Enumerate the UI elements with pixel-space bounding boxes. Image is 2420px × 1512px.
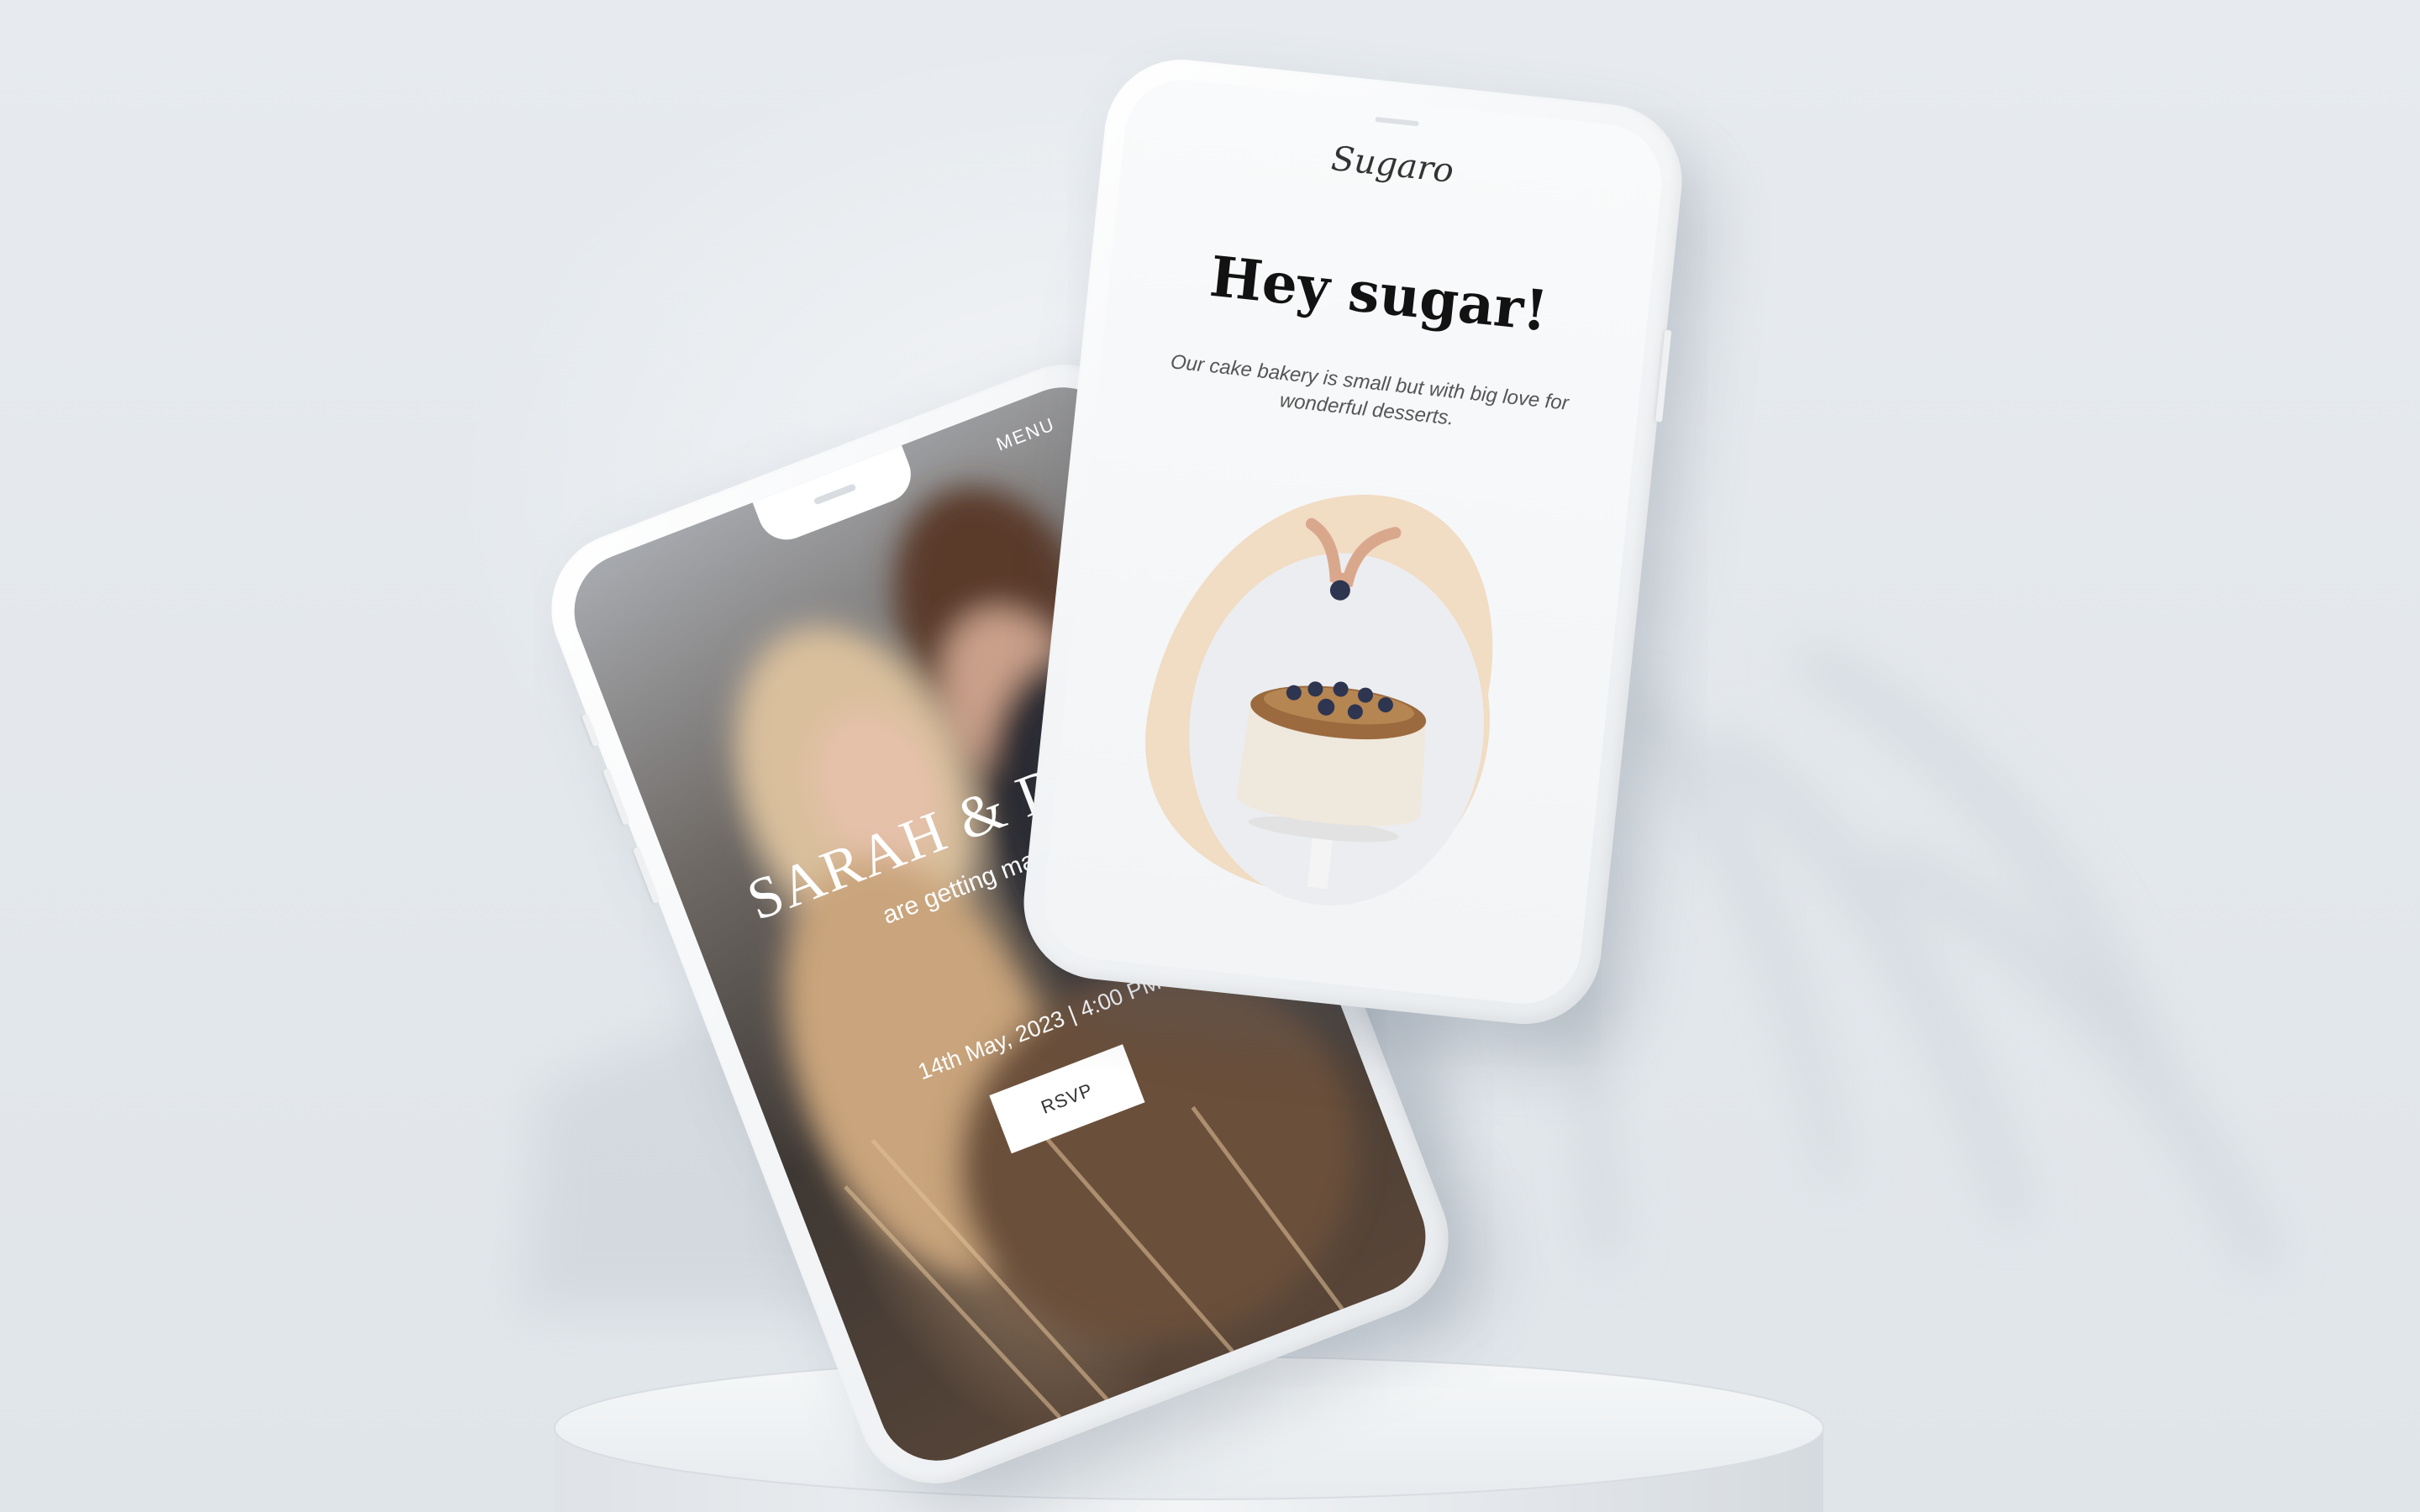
hero-tagline: Our cake bakery is small but with big lo… xyxy=(1169,350,1570,430)
brand-logo[interactable]: Sugaro xyxy=(1122,118,1662,213)
speaker-grille xyxy=(1375,117,1419,127)
cake-illustration xyxy=(1145,495,1493,906)
mockup-scene: MENU SARAH & DAVE are getting married 14… xyxy=(0,0,2420,1512)
bakery-screen: Sugaro Hey sugar! Our cake bakery is sma… xyxy=(1038,74,1668,1010)
bakery-phone: Sugaro Hey sugar! Our cake bakery is sma… xyxy=(1016,51,1690,1032)
hero-heading: Hey sugar! xyxy=(1207,243,1551,344)
